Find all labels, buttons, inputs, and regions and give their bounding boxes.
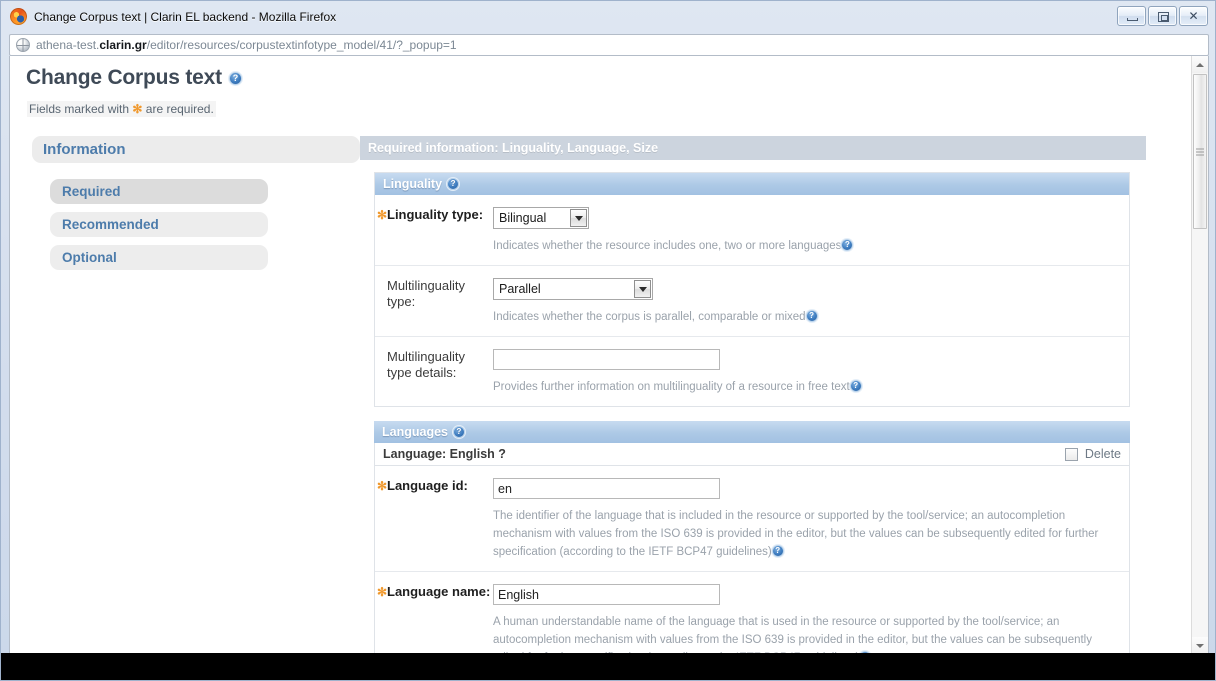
- url-path: /editor/resources/corpustextinfotype_mod…: [146, 38, 457, 52]
- bottom-black-bar: [1, 653, 1215, 680]
- url-domain: clarin.gr: [99, 38, 147, 52]
- select-multilinguality-type-value: Parallel: [499, 282, 541, 296]
- field-language-name: A human understandable name of the langu…: [493, 584, 1129, 654]
- label-text: Linguality type:: [387, 207, 484, 222]
- select-linguality-type[interactable]: Bilingual: [493, 207, 589, 229]
- label-linguality-type: ✻ Linguality type:: [375, 207, 493, 254]
- language-id-help-icon[interactable]: [771, 544, 784, 557]
- delete-label: Delete: [1084, 447, 1121, 461]
- page-title-text: Change Corpus text: [26, 66, 222, 89]
- maximize-button[interactable]: [1148, 6, 1177, 26]
- label-text: Multilinguality type details:: [387, 349, 466, 380]
- label-text: Multilinguality type:: [387, 278, 466, 309]
- select-multilinguality-type[interactable]: Parallel: [493, 278, 653, 300]
- scroll-down-arrow-icon[interactable]: [1192, 637, 1208, 654]
- sidebar-item-recommended[interactable]: Recommended: [50, 212, 268, 237]
- title-bar: Change Corpus text | Clarin EL backend -…: [1, 1, 1215, 32]
- browser-viewport: Change Corpus text Fields marked with ✻ …: [9, 56, 1209, 655]
- close-icon: ✕: [1188, 9, 1199, 23]
- label-language-id: ✻ Language id:: [375, 478, 493, 560]
- page-layout: Information Required Recommended Optiona…: [26, 136, 1193, 654]
- help-text-language-name: A human understandable name of the langu…: [493, 616, 1092, 654]
- linguality-group: Linguality ✻ Linguality type:: [374, 172, 1130, 407]
- field-multilinguality-type: Parallel Indicates whether the corpus is…: [493, 278, 1129, 325]
- scroll-thumb-grip-icon: [1196, 148, 1204, 155]
- linguality-group-header: Linguality: [375, 173, 1129, 195]
- field-row-language-name: ✻ Language name: A human understandable …: [375, 572, 1129, 654]
- browser-window: Change Corpus text | Clarin EL backend -…: [0, 0, 1216, 681]
- window-title: Change Corpus text | Clarin EL backend -…: [34, 9, 337, 24]
- field-row-multilinguality-type-details: Multilinguality type details: Provides f…: [375, 337, 1129, 406]
- close-button[interactable]: ✕: [1179, 6, 1208, 26]
- sidebar-item-optional[interactable]: Optional: [50, 245, 268, 270]
- help-wrap: Indicates whether the corpus is parallel…: [493, 307, 1115, 325]
- field-row-linguality-type: ✻ Linguality type: Bilingual Indicates w…: [375, 195, 1129, 266]
- delete-checkbox[interactable]: [1064, 447, 1078, 461]
- globe-icon: [16, 38, 30, 52]
- module-header-required-information: Required information: Linguality, Langua…: [360, 136, 1146, 160]
- field-multilinguality-type-details: Provides further information on multilin…: [493, 349, 1129, 395]
- address-bar-url: athena-test.clarin.gr/editor/resources/c…: [36, 38, 457, 52]
- sidebar-item-required[interactable]: Required: [50, 179, 268, 204]
- scroll-thumb[interactable]: [1193, 74, 1207, 229]
- multilinguality-type-help-icon[interactable]: [805, 309, 818, 322]
- language-item-header: Language: English ? Delete: [375, 443, 1129, 466]
- required-note-prefix: Fields marked with: [29, 102, 133, 116]
- required-asterisk-icon: ✻: [377, 208, 388, 222]
- languages-help-icon[interactable]: [453, 426, 465, 438]
- address-bar[interactable]: athena-test.clarin.gr/editor/resources/c…: [9, 34, 1209, 56]
- linguality-help-icon[interactable]: [447, 178, 460, 190]
- languages-group-title: Languages: [382, 425, 448, 439]
- help-wrap: A human understandable name of the langu…: [493, 612, 1115, 654]
- label-text: Language id:: [387, 478, 468, 493]
- field-language-id: The identifier of the language that is i…: [493, 478, 1129, 560]
- required-note-suffix: are required.: [142, 102, 214, 116]
- languages-group-body: Language: English ? Delete ✻ Language id…: [374, 443, 1130, 654]
- multilinguality-details-help-icon[interactable]: [849, 379, 862, 392]
- url-prefix: athena-test.: [36, 38, 100, 52]
- required-fields-note: Fields marked with ✻ are required.: [27, 101, 216, 117]
- chevron-down-icon[interactable]: [634, 280, 651, 298]
- page-scrollbar[interactable]: [1191, 56, 1208, 654]
- label-language-name: ✻ Language name:: [375, 584, 493, 654]
- page-title-help-icon[interactable]: [228, 71, 242, 85]
- linguality-type-help-icon[interactable]: [841, 238, 854, 251]
- label-multilinguality-type-details: Multilinguality type details:: [375, 349, 493, 395]
- select-linguality-type-value: Bilingual: [499, 211, 547, 225]
- required-asterisk-icon: ✻: [132, 102, 143, 116]
- scroll-up-arrow-icon[interactable]: [1192, 56, 1208, 73]
- page-content: Change Corpus text Fields marked with ✻ …: [10, 56, 1193, 654]
- required-asterisk-icon: ✻: [377, 479, 388, 493]
- languages-group-header: Languages: [374, 421, 1130, 443]
- help-wrap: Provides further information on multilin…: [493, 377, 1115, 395]
- minimize-icon: [1127, 18, 1138, 21]
- page-title: Change Corpus text: [26, 66, 1193, 90]
- help-wrap: Indicates whether the resource includes …: [493, 236, 1115, 254]
- input-language-id[interactable]: [493, 478, 720, 499]
- help-text-multilinguality-type: Indicates whether the corpus is parallel…: [493, 311, 806, 323]
- firefox-logo-icon: [10, 8, 27, 25]
- sidebar-heading-information: Information: [32, 136, 360, 163]
- required-asterisk-icon: ✻: [377, 585, 388, 599]
- help-text-multilinguality-type-details: Provides further information on multilin…: [493, 381, 850, 393]
- maximize-icon: [1158, 12, 1169, 22]
- field-row-language-id: ✻ Language id: The identifier of the lan…: [375, 466, 1129, 572]
- language-item-title: Language: English ?: [383, 447, 506, 461]
- help-text-language-id: The identifier of the language that is i…: [493, 510, 1099, 558]
- field-row-multilinguality-type: Multilinguality type: Parallel Indicates…: [375, 266, 1129, 337]
- help-wrap: The identifier of the language that is i…: [493, 506, 1115, 560]
- input-language-name[interactable]: [493, 584, 720, 605]
- chevron-down-icon[interactable]: [570, 209, 587, 227]
- help-text-linguality-type: Indicates whether the resource includes …: [493, 240, 842, 252]
- field-linguality-type: Bilingual Indicates whether the resource…: [493, 207, 1129, 254]
- linguality-group-title: Linguality: [383, 177, 443, 191]
- minimize-button[interactable]: [1117, 6, 1146, 26]
- main-form-panel: Required information: Linguality, Langua…: [360, 136, 1146, 654]
- input-multilinguality-type-details[interactable]: [493, 349, 720, 370]
- window-controls: ✕: [1117, 6, 1208, 26]
- sidebar: Information Required Recommended Optiona…: [26, 136, 360, 654]
- label-text: Language name:: [387, 584, 491, 599]
- label-multilinguality-type: Multilinguality type:: [375, 278, 493, 325]
